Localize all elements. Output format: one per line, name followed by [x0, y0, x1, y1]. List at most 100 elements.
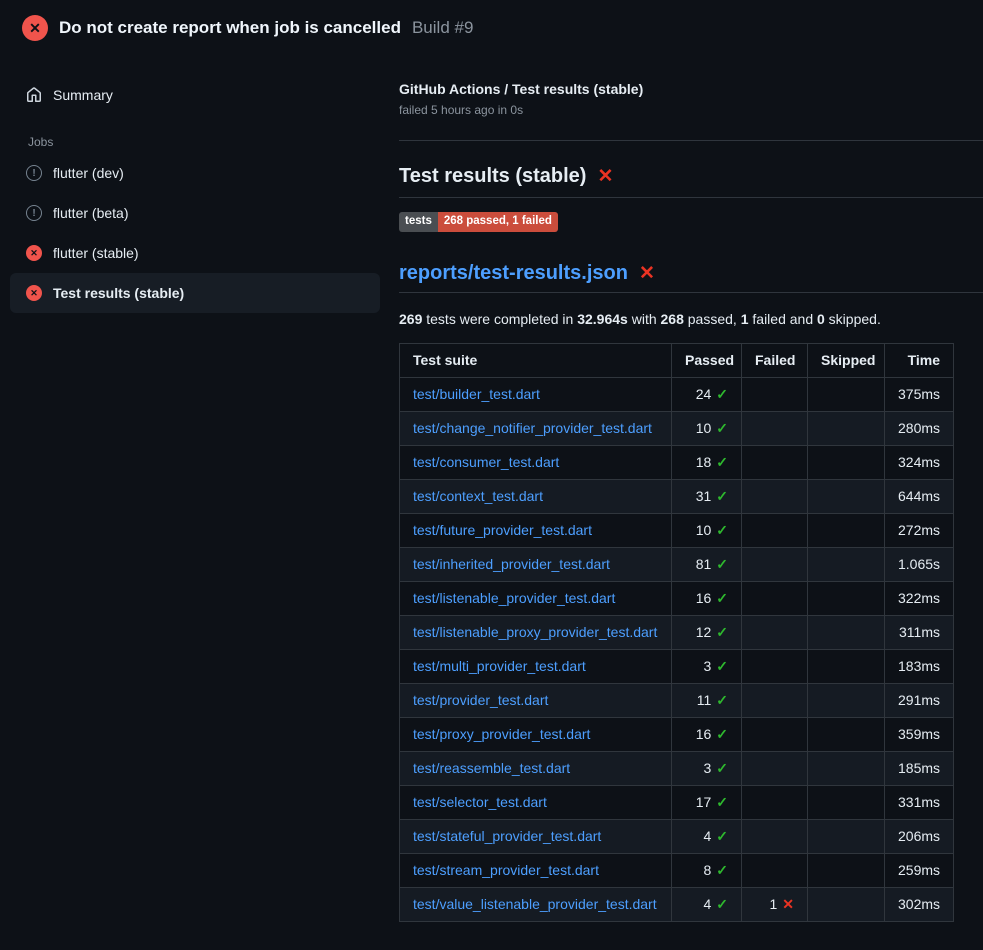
passed-count: 10: [696, 522, 712, 538]
table-row: test/listenable_proxy_provider_test.dart…: [400, 615, 954, 649]
failed-cell: [742, 581, 808, 615]
table-row: test/builder_test.dart24✓375ms: [400, 377, 954, 411]
tests-badge-value: 268 passed, 1 failed: [438, 212, 558, 232]
build-number: Build #9: [412, 18, 473, 38]
table-row: test/stream_provider_test.dart8✓259ms: [400, 853, 954, 887]
passed-count: 24: [696, 386, 712, 402]
passed-count: 3: [703, 658, 711, 674]
summary-segment: 268: [661, 311, 684, 327]
skipped-cell: [808, 717, 885, 751]
passed-count: 16: [696, 590, 712, 606]
passed-count: 11: [697, 692, 712, 708]
suite-link[interactable]: test/inherited_provider_test.dart: [413, 556, 610, 572]
failed-cell: [742, 819, 808, 853]
failed-status-icon: ✕: [26, 285, 42, 301]
failed-cell: [742, 411, 808, 445]
column-header-skipped: Skipped: [808, 343, 885, 377]
time-cell: 183ms: [885, 649, 954, 683]
cancelled-status-icon: !: [26, 205, 42, 221]
table-row: test/multi_provider_test.dart3✓183ms: [400, 649, 954, 683]
skipped-cell: [808, 785, 885, 819]
table-row: test/change_notifier_provider_test.dart 1…: [400, 411, 954, 445]
failed-status-icon: ✕: [22, 15, 48, 41]
tests-badge-label: tests: [399, 212, 438, 232]
passed-count: 16: [696, 726, 712, 742]
suite-link[interactable]: test/selector_test.dart: [413, 794, 547, 810]
failed-x-icon: ✕: [597, 167, 613, 186]
sidebar-item-flutter-beta-[interactable]: !flutter (beta): [10, 193, 380, 233]
check-icon: ✓: [716, 488, 728, 504]
suite-link[interactable]: test/stateful_provider_test.dart: [413, 828, 601, 844]
passed-cell: 10✓: [672, 513, 742, 547]
suite-link[interactable]: test/provider_test.dart: [413, 692, 548, 708]
skipped-cell: [808, 683, 885, 717]
failed-cell: [742, 445, 808, 479]
table-row: test/provider_test.dart11✓291ms: [400, 683, 954, 717]
sidebar-item-flutter-dev-[interactable]: !flutter (dev): [10, 153, 380, 193]
skipped-cell: [808, 547, 885, 581]
suite-link[interactable]: test/builder_test.dart: [413, 386, 540, 402]
suite-link[interactable]: test/proxy_provider_test.dart: [413, 726, 590, 742]
suite-cell: test/builder_test.dart: [400, 377, 672, 411]
suite-link[interactable]: test/listenable_proxy_provider_test.dart: [413, 624, 657, 640]
suite-link[interactable]: test/reassemble_test.dart: [413, 760, 570, 776]
passed-cell: 11✓: [672, 683, 742, 717]
failed-cell: [742, 649, 808, 683]
failed-cell: [742, 717, 808, 751]
summary-segment: passed,: [684, 311, 741, 327]
time-cell: 259ms: [885, 853, 954, 887]
suite-link[interactable]: test/context_test.dart: [413, 488, 543, 504]
failed-cell: [742, 785, 808, 819]
check-icon: ✓: [716, 522, 728, 538]
check-icon: ✓: [716, 828, 728, 844]
suite-link[interactable]: test/stream_provider_test.dart: [413, 862, 599, 878]
failed-cell: [742, 615, 808, 649]
passed-count: 12: [696, 624, 712, 640]
check-icon: ✓: [716, 454, 728, 470]
skipped-cell: [808, 411, 885, 445]
suite-link[interactable]: test/consumer_test.dart: [413, 454, 559, 470]
sidebar-item-flutter-stable-[interactable]: ✕ flutter (stable): [10, 233, 380, 273]
sidebar-item-test-results-stable-[interactable]: ✕ Test results (stable): [10, 273, 380, 313]
check-icon: ✓: [716, 386, 728, 402]
check-icon: ✓: [716, 556, 728, 572]
report-file-link[interactable]: reports/test-results.json: [399, 262, 628, 285]
job-label: flutter (stable): [53, 245, 139, 261]
jobs-section-label: Jobs: [28, 135, 390, 149]
failed-cell: [742, 513, 808, 547]
suite-cell: test/stateful_provider_test.dart: [400, 819, 672, 853]
job-label: Test results (stable): [53, 285, 184, 301]
results-heading: Test results (stable) ✕: [399, 165, 983, 198]
failed-x-icon: ✕: [639, 264, 655, 283]
breadcrumb: GitHub Actions / Test results (stable): [399, 81, 983, 97]
suite-link[interactable]: test/listenable_provider_test.dart: [413, 590, 615, 606]
table-row: test/reassemble_test.dart3✓185ms: [400, 751, 954, 785]
table-row: test/selector_test.dart17✓331ms: [400, 785, 954, 819]
sidebar-item-summary[interactable]: Summary: [10, 75, 380, 115]
passed-cell: 4✓: [672, 887, 742, 921]
suite-link[interactable]: test/value_listenable_provider_test.dart: [413, 896, 657, 912]
skipped-cell: [808, 377, 885, 411]
sidebar: Summary Jobs !flutter (dev)!flutter (bet…: [0, 53, 390, 313]
summary-segment: 32.964s: [577, 311, 628, 327]
time-cell: 302ms: [885, 887, 954, 921]
suite-link[interactable]: test/change_notifier_provider_test.dart: [413, 420, 652, 436]
suite-link[interactable]: test/future_provider_test.dart: [413, 522, 592, 538]
suite-cell: test/reassemble_test.dart: [400, 751, 672, 785]
skipped-cell: [808, 445, 885, 479]
failed-count: 1: [769, 896, 777, 912]
run-meta: failed 5 hours ago in 0s: [399, 103, 983, 117]
passed-cell: 10✓: [672, 411, 742, 445]
run-summary-text: 269 tests were completed in 32.964s with…: [399, 311, 983, 327]
cross-icon: ✕: [782, 896, 794, 912]
check-icon: ✓: [716, 794, 728, 810]
time-cell: 272ms: [885, 513, 954, 547]
failed-cell: [742, 377, 808, 411]
failed-cell: [742, 479, 808, 513]
suite-cell: test/selector_test.dart: [400, 785, 672, 819]
suite-cell: test/provider_test.dart: [400, 683, 672, 717]
suite-link[interactable]: test/multi_provider_test.dart: [413, 658, 586, 674]
failed-status-icon: ✕: [26, 245, 42, 261]
skipped-cell: [808, 853, 885, 887]
time-cell: 322ms: [885, 581, 954, 615]
